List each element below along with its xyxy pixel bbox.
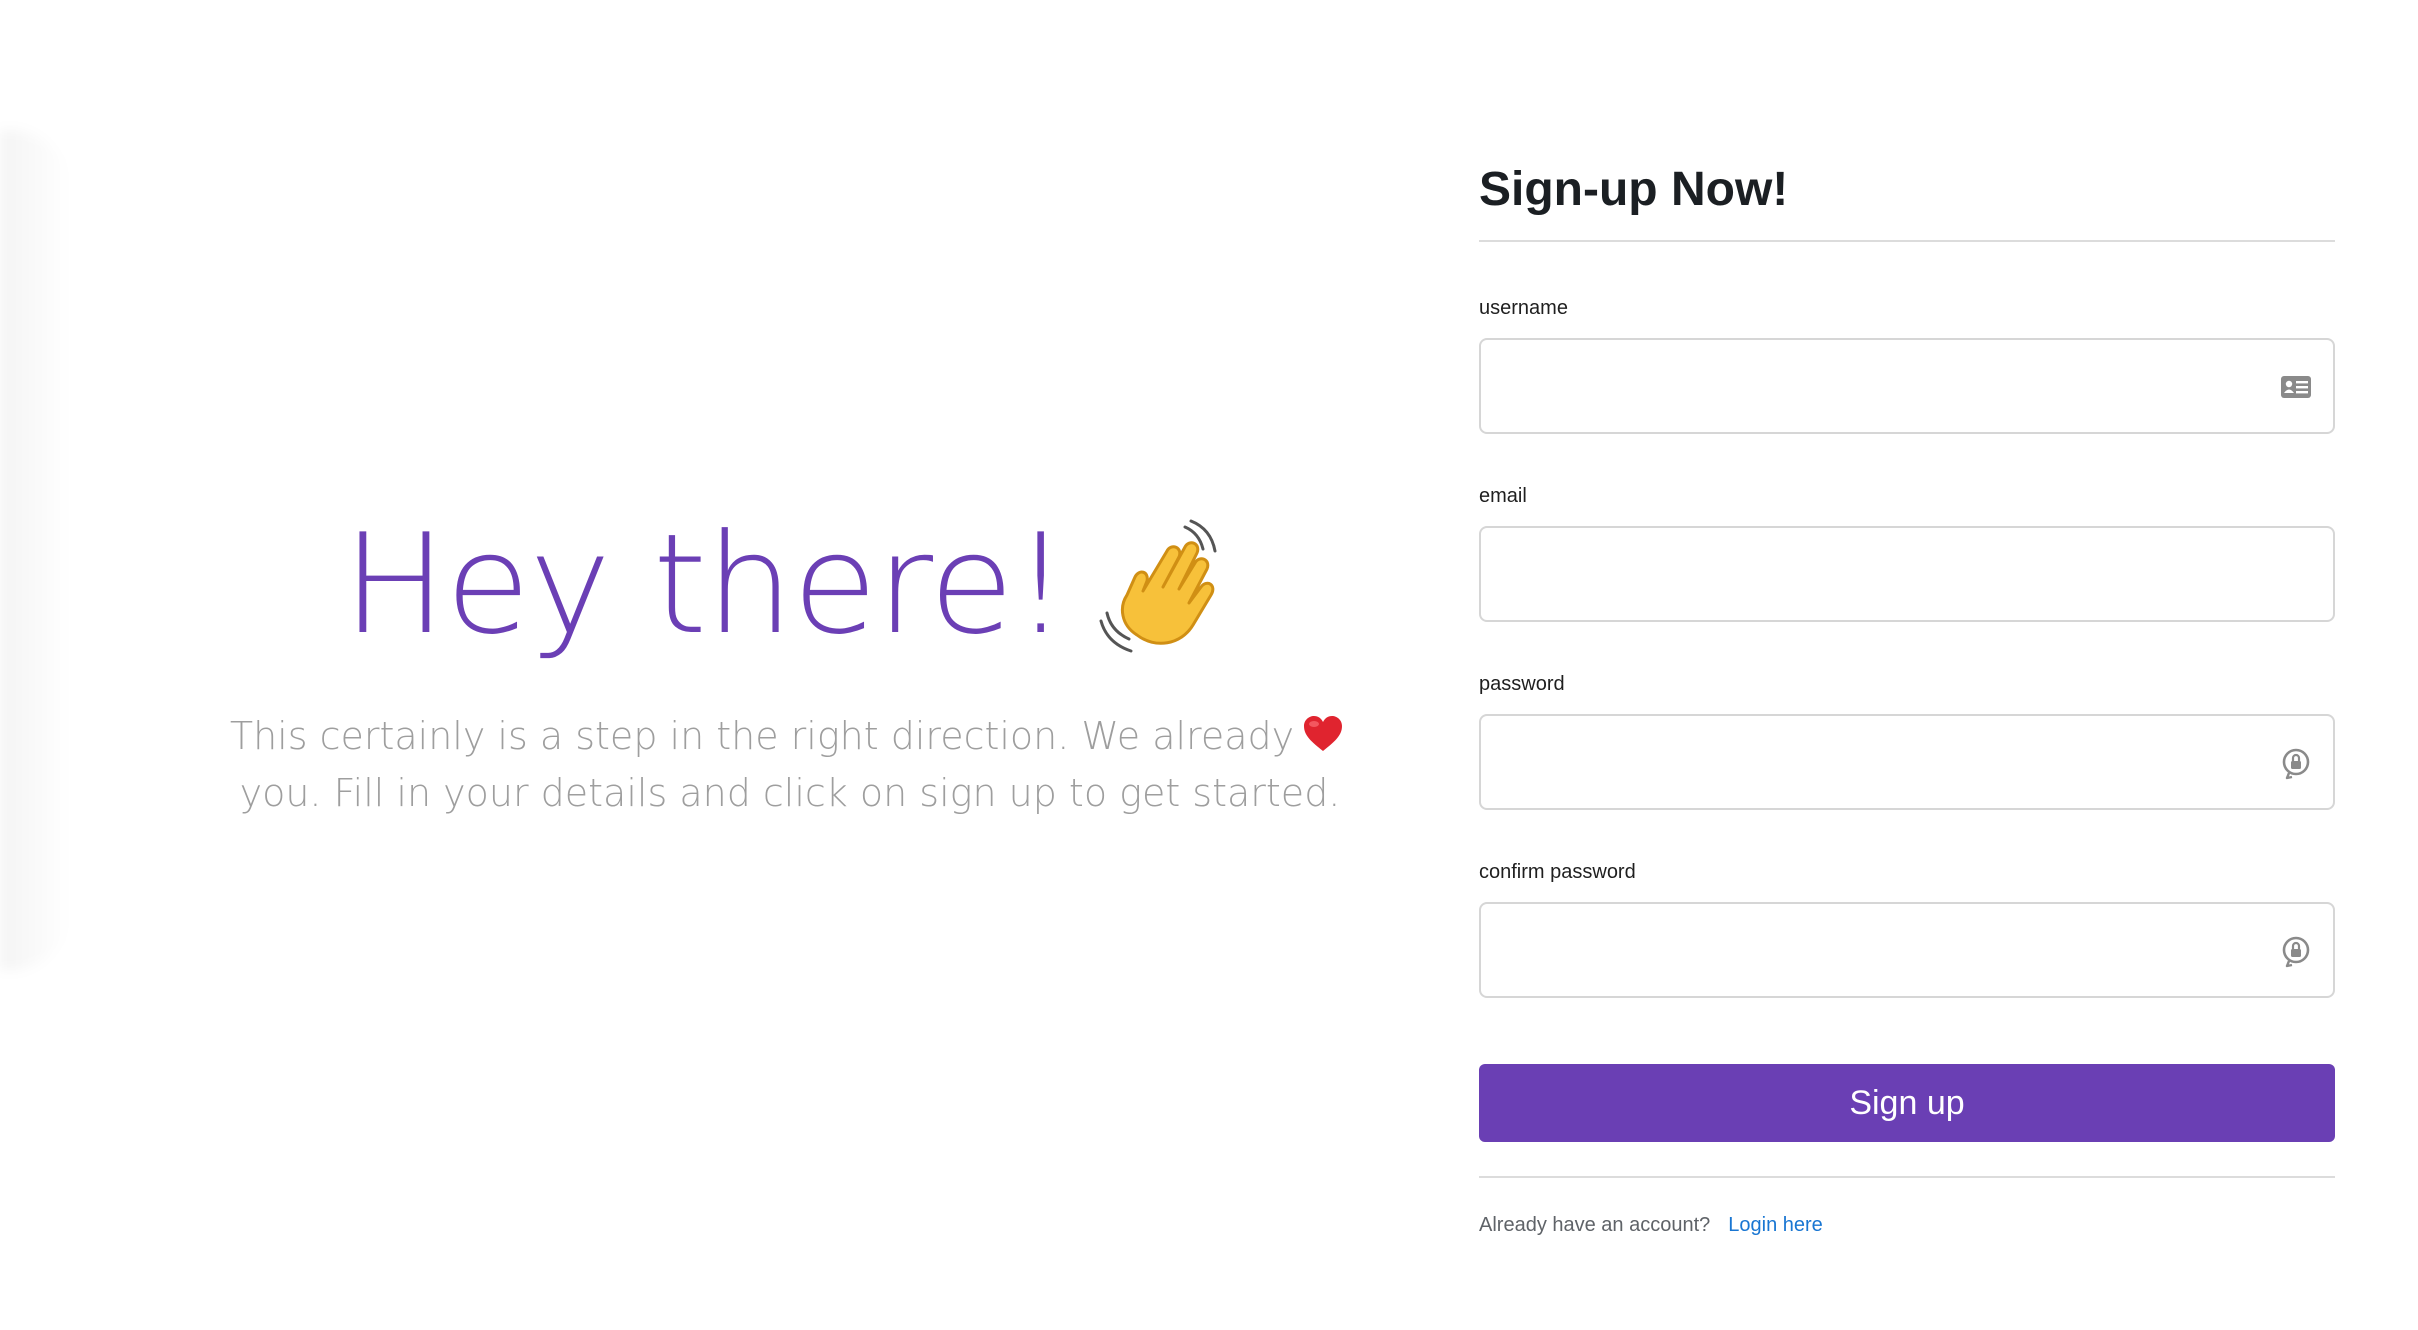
confirm-password-field-wrapper — [1479, 902, 2335, 998]
signup-page: Hey there! This certainly is a step in t… — [0, 0, 2418, 1330]
username-input[interactable] — [1481, 340, 2241, 432]
form-title: Sign-up Now! — [1479, 150, 2335, 242]
sign-up-button[interactable]: Sign up — [1479, 1064, 2335, 1142]
hero-subtitle-part1: This certainly is a step in the right di… — [229, 714, 1295, 758]
password-lock-icon — [2279, 746, 2313, 780]
heart-icon — [1302, 712, 1344, 751]
password-input[interactable] — [1481, 716, 2241, 808]
email-input[interactable] — [1481, 528, 2241, 620]
hero-subtitle: This certainly is a step in the right di… — [180, 708, 1400, 822]
hero-section: Hey there! This certainly is a step in t… — [180, 500, 1400, 822]
login-prompt-text: Already have an account? — [1479, 1214, 1711, 1236]
hero-title-row: Hey there! — [180, 500, 1400, 670]
waving-hand-icon — [1097, 517, 1237, 657]
confirm-password-input[interactable] — [1481, 904, 2241, 996]
password-label: password — [1479, 673, 1565, 695]
login-prompt: Already have an account? Login here — [1479, 1214, 2335, 1237]
hero-subtitle-part2: you. Fill in your details and click on s… — [239, 771, 1341, 815]
username-label: username — [1479, 297, 1568, 319]
signup-form: Sign-up Now! username email password con… — [1479, 150, 2335, 1237]
email-label: email — [1479, 485, 1527, 507]
password-field-wrapper — [1479, 714, 2335, 810]
email-field-wrapper — [1479, 526, 2335, 622]
password-lock-icon — [2279, 934, 2313, 968]
login-link[interactable]: Login here — [1728, 1214, 1823, 1236]
hero-title: Hey there! — [342, 504, 1069, 665]
form-divider — [1479, 1176, 2335, 1178]
id-card-icon — [2279, 370, 2313, 404]
confirm-password-label: confirm password — [1479, 861, 1636, 883]
username-field-wrapper — [1479, 338, 2335, 434]
left-edge-shadow — [0, 130, 70, 970]
